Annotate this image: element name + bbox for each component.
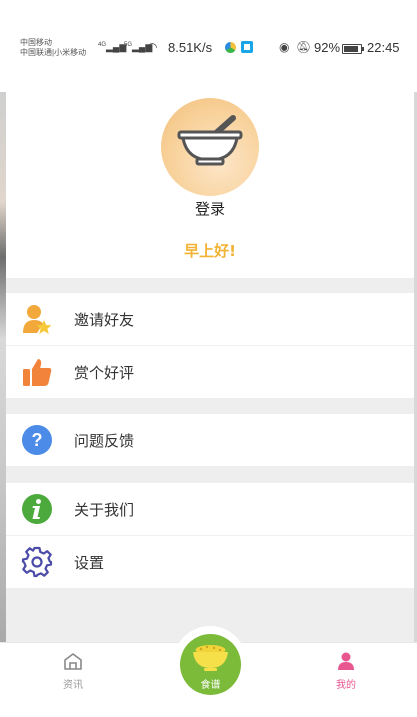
wifi-icon: ◠: [147, 40, 158, 54]
thumbs-up-icon: [23, 359, 52, 386]
rice-bowl-icon: [193, 645, 228, 671]
tab-mine-label: 我的: [336, 680, 356, 691]
profile-header: 登录 早上好!: [6, 92, 414, 278]
question-icon: ?: [22, 425, 52, 455]
info-icon: [22, 494, 52, 524]
menu-group-2: ? 问题反馈: [6, 414, 414, 466]
home-icon: [64, 653, 82, 670]
menu-group-3: 关于我们 设置: [6, 483, 414, 588]
menu-group-1: 邀请好友 赏个好评: [6, 293, 414, 398]
carrier-info: 中国移动 中国联通|小米移动: [20, 38, 86, 58]
menu-item-settings[interactable]: 设置: [6, 535, 414, 588]
mute-bell-icon: 🔕︎: [296, 40, 312, 54]
side-drawer: 登录 早上好! 邀请好友 赏个好评 ? 问题反馈 关于我们 设置: [6, 92, 414, 642]
greeting-text: 早上好!: [184, 242, 236, 260]
carrier-2: 中国联通|小米移动: [20, 48, 87, 57]
menu-label-rate: 赏个好评: [74, 364, 135, 382]
signal-icon-1: 4G▂▄▆: [98, 42, 127, 52]
tab-recipes-label: 食谱: [200, 680, 221, 691]
menu-item-rate[interactable]: 赏个好评: [6, 345, 414, 398]
login-link[interactable]: 登录: [6, 198, 414, 219]
menu-item-feedback[interactable]: ? 问题反馈: [6, 414, 414, 466]
gear-icon: [21, 546, 53, 578]
invite-friend-icon: [23, 305, 52, 334]
eye-comfort-icon: ◉: [279, 40, 290, 54]
menu-item-invite[interactable]: 邀请好友: [6, 293, 414, 345]
status-bar: 中国移动 中国联通|小米移动 4G▂▄▆ 5G▂▄▆ ◠ 8.51K/s ◉ 🔕…: [0, 0, 417, 92]
svg-text:?: ?: [32, 430, 43, 450]
menu-label-about: 关于我们: [74, 501, 135, 519]
bowl-icon: [177, 115, 243, 166]
person-icon: [338, 652, 354, 670]
battery-icon: [342, 44, 364, 54]
net-speed: 8.51K/s: [168, 40, 213, 55]
menu-label-feedback: 问题反馈: [74, 432, 135, 450]
tab-news[interactable]: 资讯: [33, 652, 113, 691]
tab-recipes[interactable]: 食谱: [180, 634, 241, 695]
menu-item-about[interactable]: 关于我们: [6, 483, 414, 535]
tab-news-label: 资讯: [63, 680, 83, 691]
avatar[interactable]: [161, 98, 259, 196]
app-notification-icon-2: [241, 41, 253, 53]
menu-label-settings: 设置: [74, 554, 105, 572]
app-notification-icon: [225, 42, 236, 53]
carrier-1: 中国移动: [20, 38, 52, 47]
battery-percent: 92%: [314, 40, 341, 55]
tab-mine[interactable]: 我的: [306, 652, 386, 691]
menu-label-invite: 邀请好友: [74, 311, 135, 329]
clock: 22:45: [367, 40, 400, 55]
